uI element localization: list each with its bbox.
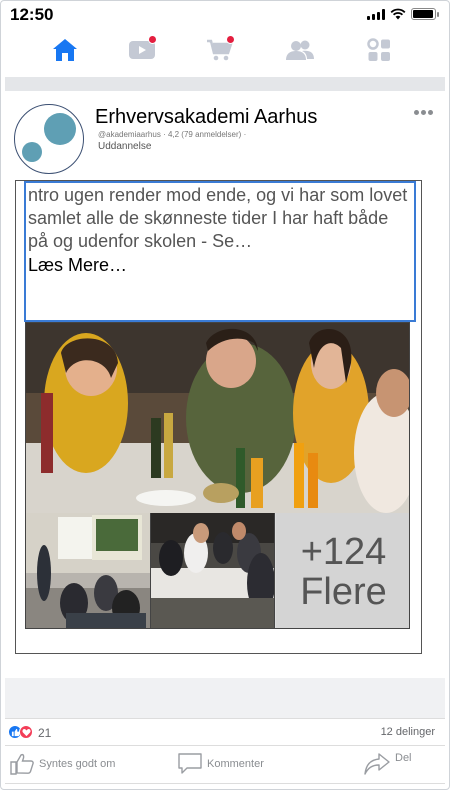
action-bar: Syntes godt om Kommenter Del — [5, 746, 445, 784]
comment-label: Kommenter — [207, 758, 264, 770]
thumbs-up-icon — [10, 753, 34, 775]
photo-thumb-2[interactable] — [151, 513, 275, 628]
groups-icon — [286, 40, 314, 60]
page-handle: @akademiaarhus — [98, 130, 161, 139]
page-meta: @akademiaarhus · 4,2 (79 anmeldelser) · — [98, 130, 247, 139]
photo-thumb-1[interactable] — [26, 513, 151, 628]
share-count[interactable]: 12 delinger — [381, 726, 435, 738]
cellular-signal-icon — [367, 8, 385, 20]
post-text: ntro ugen render mod ende, og vi har som… — [28, 185, 408, 251]
status-icons — [367, 8, 439, 20]
feed-divider — [5, 77, 445, 91]
status-time: 12:50 — [10, 5, 54, 24]
comment-button[interactable]: Kommenter — [177, 752, 264, 776]
nav-home[interactable] — [45, 32, 85, 68]
video-notification-badge — [148, 35, 157, 44]
like-label: Syntes godt om — [39, 758, 116, 770]
more-photos-label: Flere — [300, 570, 387, 613]
comment-icon — [178, 753, 202, 774]
more-photos-tile[interactable]: +124 Flere — [276, 513, 409, 628]
reaction-icons[interactable] — [8, 725, 33, 739]
love-reaction-icon — [19, 725, 33, 739]
photo-main[interactable] — [26, 323, 409, 513]
more-photos-count: +124 — [300, 530, 387, 573]
nav-marketplace[interactable] — [200, 32, 240, 68]
home-icon — [53, 39, 77, 61]
page-avatar[interactable] — [14, 104, 84, 174]
like-button[interactable]: Syntes godt om — [9, 752, 115, 776]
nav-groups[interactable] — [280, 32, 320, 68]
photo-grid: +124 Flere — [25, 322, 410, 629]
page-category: Uddannelse — [98, 141, 152, 152]
share-arrow-icon — [364, 753, 390, 775]
reaction-count[interactable]: 21 — [38, 726, 51, 740]
post-card: Erhvervsakademi Aarhus @akademiaarhus · … — [5, 92, 445, 678]
menu-grid-icon — [367, 38, 390, 61]
wifi-icon — [390, 8, 406, 20]
page-rating: 4,2 (79 anmeldelser) — [167, 130, 242, 139]
share-button[interactable]: Del — [363, 752, 412, 776]
battery-fill — [413, 10, 433, 18]
post-footer-spacer — [5, 678, 445, 718]
read-more-link[interactable]: Læs Mere… — [28, 253, 412, 277]
status-bar: 12:50 — [0, 0, 450, 26]
nav-menu[interactable] — [359, 32, 399, 68]
share-label: Del — [395, 752, 412, 764]
more-options-icon[interactable] — [414, 110, 433, 115]
top-nav-bar — [11, 26, 439, 74]
page-name[interactable]: Erhvervsakademi Aarhus — [95, 106, 317, 129]
post-text-box: ntro ugen render mod ende, og vi har som… — [24, 181, 416, 322]
marketplace-notification-badge — [226, 35, 235, 44]
nav-video[interactable] — [122, 32, 162, 68]
reactions-bar: 21 12 delinger — [5, 718, 445, 746]
battery-icon — [411, 8, 439, 20]
